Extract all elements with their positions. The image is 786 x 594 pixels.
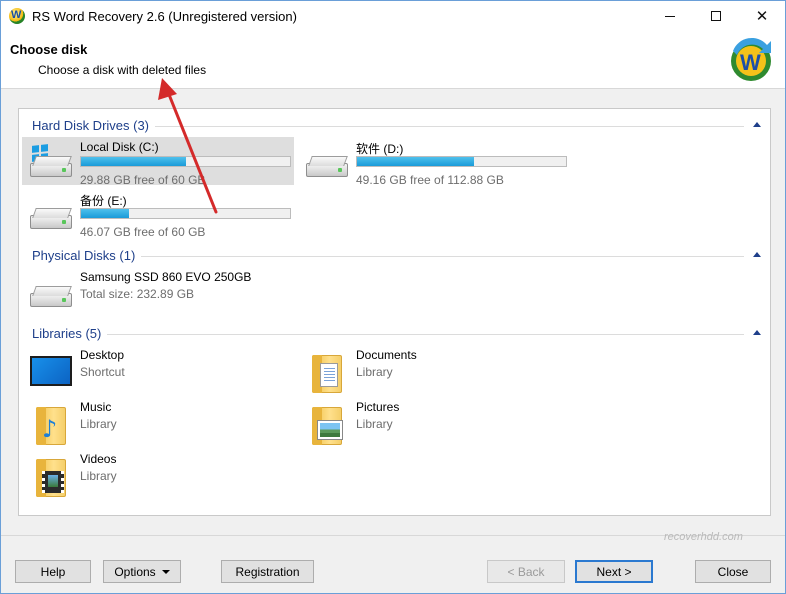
library-type: Library: [80, 417, 117, 431]
library-name: Documents: [356, 348, 417, 362]
wizard-header: Choose disk Choose a disk with deleted f…: [1, 31, 785, 89]
window-title: RS Word Recovery 2.6 (Unregistered versi…: [32, 9, 297, 24]
maximize-button[interactable]: [693, 1, 739, 31]
disk-free-space: 46.07 GB free of 60 GB: [80, 225, 206, 239]
minimize-icon: [665, 15, 675, 17]
pictures-folder-icon: [306, 405, 350, 445]
hard-disk-icon: [30, 197, 74, 237]
disk-name: 备份 (E:): [80, 194, 127, 208]
hard-disk-icon: [306, 145, 350, 185]
library-type: Library: [356, 417, 393, 431]
options-label: Options: [114, 564, 156, 579]
help-button[interactable]: Help: [15, 560, 91, 583]
options-button[interactable]: Options: [103, 560, 181, 583]
page-subtitle: Choose a disk with deleted files: [38, 63, 207, 77]
disk-name: 软件 (D:): [356, 142, 404, 156]
documents-folder-icon: [306, 353, 350, 393]
disk-item-e[interactable]: 备份 (E:) 46.07 GB free of 60 GB: [22, 189, 294, 239]
library-item-pictures[interactable]: Pictures Library: [298, 397, 570, 445]
library-item-desktop[interactable]: Desktop Shortcut: [22, 345, 294, 393]
section-physical-disks[interactable]: Physical Disks (1): [19, 245, 770, 265]
library-name: Videos: [80, 452, 117, 466]
physical-disk-size: Total size: 232.89 GB: [80, 287, 195, 301]
library-item-videos[interactable]: Videos Library: [22, 449, 294, 497]
app-logo-icon: [9, 8, 25, 24]
close-icon: ✕: [755, 8, 769, 25]
section-divider: [32, 334, 744, 335]
hard-disk-icon: [30, 275, 74, 315]
physical-disk-item[interactable]: Samsung SSD 860 EVO 250GB Total size: 23…: [22, 267, 294, 315]
app-window: RS Word Recovery 2.6 (Unregistered versi…: [0, 0, 786, 594]
disk-usage-fill: [81, 157, 186, 166]
disk-name: Local Disk (C:): [80, 140, 159, 154]
collapse-icon[interactable]: [753, 252, 761, 257]
section-title: Physical Disks (1): [32, 248, 142, 263]
maximize-icon: [711, 11, 721, 21]
library-item-music[interactable]: ♪ Music Library: [22, 397, 294, 445]
section-libraries[interactable]: Libraries (5): [19, 323, 770, 343]
title-bar[interactable]: RS Word Recovery 2.6 (Unregistered versi…: [1, 1, 785, 31]
section-hard-disk-drives[interactable]: Hard Disk Drives (3): [19, 115, 770, 135]
library-type: Library: [80, 469, 117, 483]
dropdown-arrow-icon: [161, 569, 170, 574]
registration-button[interactable]: Registration: [221, 560, 314, 583]
section-title: Libraries (5): [32, 326, 108, 341]
back-button[interactable]: < Back: [487, 560, 565, 583]
desktop-icon: [30, 353, 74, 393]
collapse-icon[interactable]: [753, 122, 761, 127]
library-type: Shortcut: [80, 365, 125, 379]
logo-letter: W: [740, 50, 761, 75]
disk-free-space: 29.88 GB free of 60 GB: [80, 173, 206, 187]
disk-list-panel: Hard Disk Drives (3) Local Disk (C:) 29.…: [18, 108, 771, 516]
minimize-button[interactable]: [647, 1, 693, 31]
music-folder-icon: ♪: [30, 405, 74, 445]
word-recovery-logo: W: [731, 37, 771, 81]
library-type: Library: [356, 365, 393, 379]
disk-free-space: 49.16 GB free of 112.88 GB: [356, 173, 504, 187]
collapse-icon[interactable]: [753, 330, 761, 335]
close-button[interactable]: Close: [695, 560, 771, 583]
disk-item-c[interactable]: Local Disk (C:) 29.88 GB free of 60 GB: [22, 137, 294, 187]
physical-disk-name: Samsung SSD 860 EVO 250GB: [80, 270, 252, 284]
watermark-text: recoverhdd.com: [664, 531, 743, 543]
disk-item-d[interactable]: 软件 (D:) 49.16 GB free of 112.88 GB: [298, 137, 570, 187]
next-button[interactable]: Next >: [575, 560, 653, 583]
videos-folder-icon: [30, 457, 74, 497]
library-name: Desktop: [80, 348, 125, 362]
section-title: Hard Disk Drives (3): [32, 118, 156, 133]
hard-disk-icon: [30, 144, 74, 185]
library-item-documents[interactable]: Documents Library: [298, 345, 570, 393]
disk-usage-fill: [81, 209, 130, 218]
disk-usage-bar: [80, 208, 291, 219]
close-window-button[interactable]: ✕: [739, 1, 785, 31]
page-title: Choose disk: [10, 42, 88, 57]
disk-usage-fill: [357, 157, 475, 166]
disk-usage-bar: [80, 156, 291, 167]
disk-usage-bar: [356, 156, 567, 167]
library-name: Pictures: [356, 400, 400, 414]
library-name: Music: [80, 400, 112, 414]
